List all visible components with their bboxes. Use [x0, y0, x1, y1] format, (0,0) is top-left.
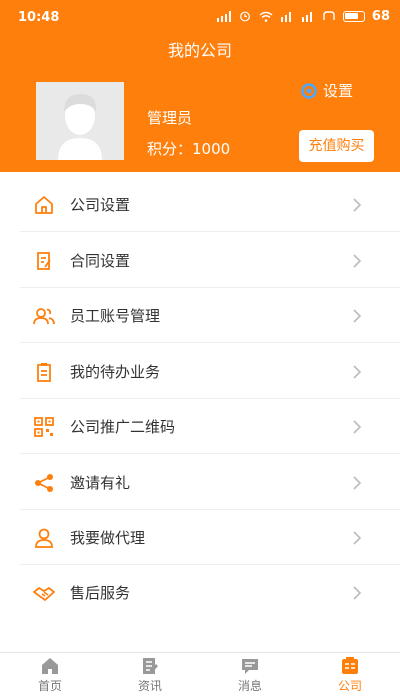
avatar-placeholder-icon: [36, 82, 124, 160]
chevron-right-icon: [353, 365, 362, 379]
handshake-icon: [33, 587, 55, 601]
points-text: 积分：1000: [147, 140, 231, 158]
qrcode-icon: [34, 417, 54, 437]
share-icon: [35, 474, 53, 492]
clipboard-icon: [37, 363, 51, 382]
menu-item-label: 公司设置: [70, 196, 131, 214]
menu-item-label: 员工账号管理: [70, 307, 161, 325]
home-icon: [35, 196, 53, 214]
recharge-button[interactable]: 充值购买: [299, 130, 374, 162]
chevron-right-icon: [353, 420, 362, 434]
profile-header: 10:48 68 我的公司 设置 管理员 积分：1000 充值购买: [0, 0, 400, 172]
status-bar: 10:48 68: [0, 0, 400, 34]
menu-item-label: 我的待办业务: [70, 363, 161, 381]
bottom-tab-bar: 首页 资讯 消息 公司: [0, 652, 400, 700]
home-tab-icon: [42, 658, 58, 674]
tab-news[interactable]: 资讯: [100, 653, 200, 700]
news-tab-icon: [143, 658, 158, 674]
menu-item-todo-business[interactable]: 我的待办业务: [0, 343, 400, 399]
status-icons: 68: [216, 9, 390, 24]
menu-item-label: 公司推广二维码: [70, 418, 176, 436]
menu-item-promo-qrcode[interactable]: 公司推广二维码: [0, 398, 400, 454]
menu-item-label: 售后服务: [70, 584, 131, 602]
page-title: 我的公司: [167, 41, 232, 60]
tab-label: 公司: [337, 679, 362, 693]
chevron-right-icon: [353, 254, 362, 268]
menu-item-label: 邀请有礼: [70, 474, 131, 492]
chevron-right-icon: [353, 198, 362, 212]
contract-icon: [37, 252, 51, 270]
tab-messages[interactable]: 消息: [200, 653, 300, 700]
menu-item-label: 合同设置: [70, 252, 131, 270]
gear-icon: [301, 82, 317, 99]
wifi-icon: [259, 11, 273, 22]
chevron-right-icon: [353, 309, 362, 323]
settings-label: 设置: [323, 82, 354, 100]
chevron-right-icon: [353, 476, 362, 490]
cellular-icon: [280, 12, 291, 22]
tab-label: 首页: [37, 679, 62, 693]
company-tab-icon: [342, 657, 358, 674]
chevron-right-icon: [353, 531, 362, 545]
cellular-icon-2: [301, 12, 312, 22]
menu-item-label: 我要做代理: [70, 529, 146, 547]
hd-call-icon: [323, 11, 335, 20]
settings-button[interactable]: 设置: [300, 80, 353, 101]
menu-item-after-sales[interactable]: 售后服务: [0, 564, 400, 620]
tab-label: 资讯: [137, 679, 162, 693]
users-icon: [33, 308, 55, 325]
signal-icon: [216, 11, 231, 22]
person-icon: [35, 528, 53, 548]
menu-item-become-agent[interactable]: 我要做代理: [0, 509, 400, 565]
menu-item-contract-settings[interactable]: 合同设置: [0, 232, 400, 288]
tab-home[interactable]: 首页: [0, 653, 100, 700]
battery-level: 68: [371, 9, 390, 24]
menu-list: 公司设置 合同设置 员工账号管理 我的待办业务 公司推广二维码 邀请有礼 我要做…: [0, 172, 400, 652]
battery-icon: [342, 11, 365, 22]
message-tab-icon: [242, 659, 258, 674]
chevron-right-icon: [353, 586, 362, 600]
username: 管理员: [147, 109, 193, 127]
menu-item-invite-gift[interactable]: 邀请有礼: [0, 454, 400, 510]
avatar[interactable]: [36, 82, 124, 160]
menu-item-staff-accounts[interactable]: 员工账号管理: [0, 287, 400, 343]
clock-icon: [239, 11, 250, 22]
status-time: 10:48: [18, 10, 60, 25]
tab-company[interactable]: 公司: [300, 653, 400, 700]
menu-item-company-settings[interactable]: 公司设置: [0, 176, 400, 232]
tab-label: 消息: [237, 679, 262, 693]
